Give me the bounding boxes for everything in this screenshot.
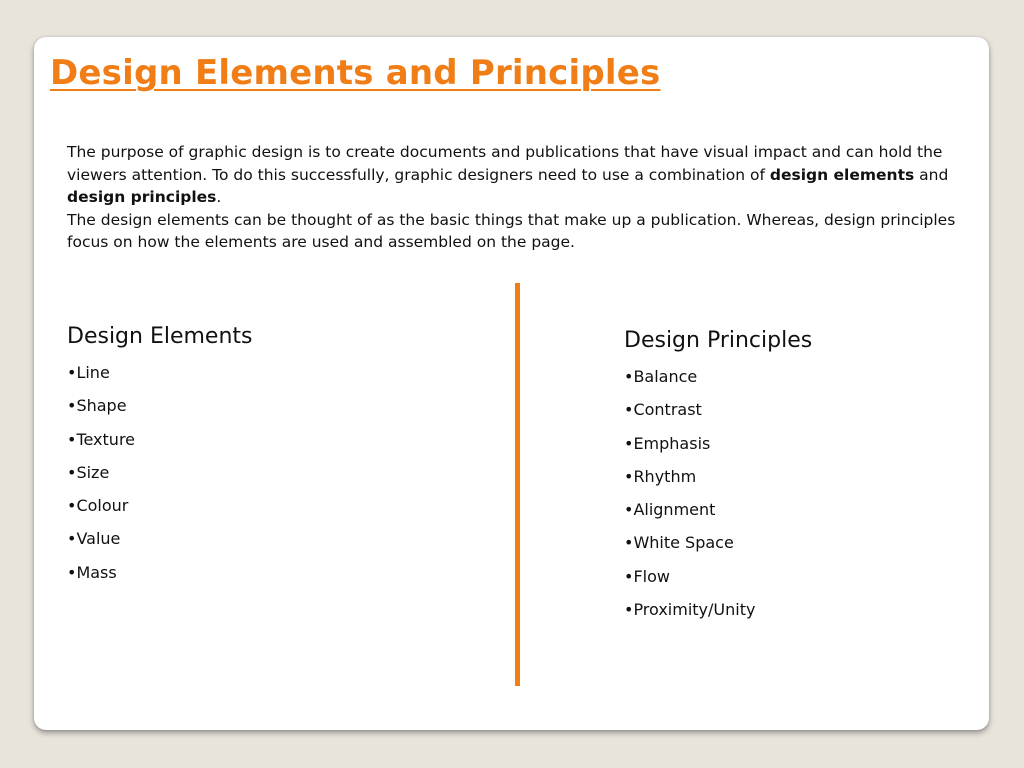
list-item: •Balance xyxy=(624,367,698,386)
intro-text: The purpose of graphic design is to crea… xyxy=(67,141,967,254)
slide-title: Design Elements and Principles xyxy=(50,53,661,93)
list-item: •Contrast xyxy=(624,400,702,420)
list-item: •Alignment xyxy=(624,500,716,520)
design-principles-list: •Balance •Contrast •Emphasis •Rhythm •Al… xyxy=(624,367,954,620)
intro-paragraph-1: The purpose of graphic design is to crea… xyxy=(67,141,967,209)
list-item: •Rhythm xyxy=(624,466,697,486)
design-elements-list: •Line •Shape •Texture •Size •Colour •Val… xyxy=(67,363,487,583)
list-item: •Line xyxy=(67,363,110,382)
slide-panel: Design Elements and Principles The purpo… xyxy=(34,37,989,730)
list-item: •White Space xyxy=(624,533,734,553)
design-elements-heading: Design Elements xyxy=(67,324,253,349)
list-item: •Size xyxy=(67,462,110,482)
column-divider xyxy=(515,283,520,686)
intro-text-3: . xyxy=(216,188,222,206)
intro-text-2: and xyxy=(914,165,949,184)
design-principles-heading: Design Principles xyxy=(624,328,813,353)
intro-bold-design-elements: design elements xyxy=(769,165,915,184)
design-elements-column: Design Elements •Line •Shape •Texture •S… xyxy=(67,321,487,596)
intro-bold-design-principles: design principles xyxy=(67,188,217,206)
list-item: •Mass xyxy=(67,562,117,582)
list-item: •Emphasis xyxy=(624,433,711,453)
list-item: •Shape xyxy=(67,396,127,416)
list-item: •Texture xyxy=(67,429,136,449)
list-item: •Value xyxy=(67,529,121,549)
list-item: •Colour xyxy=(67,496,129,516)
list-item: •Proximity/Unity xyxy=(624,600,756,620)
design-principles-column: Design Principles •Balance •Contrast •Em… xyxy=(624,325,954,633)
intro-paragraph-2: The design elements can be thought of as… xyxy=(67,210,956,252)
list-item: •Flow xyxy=(624,566,670,586)
